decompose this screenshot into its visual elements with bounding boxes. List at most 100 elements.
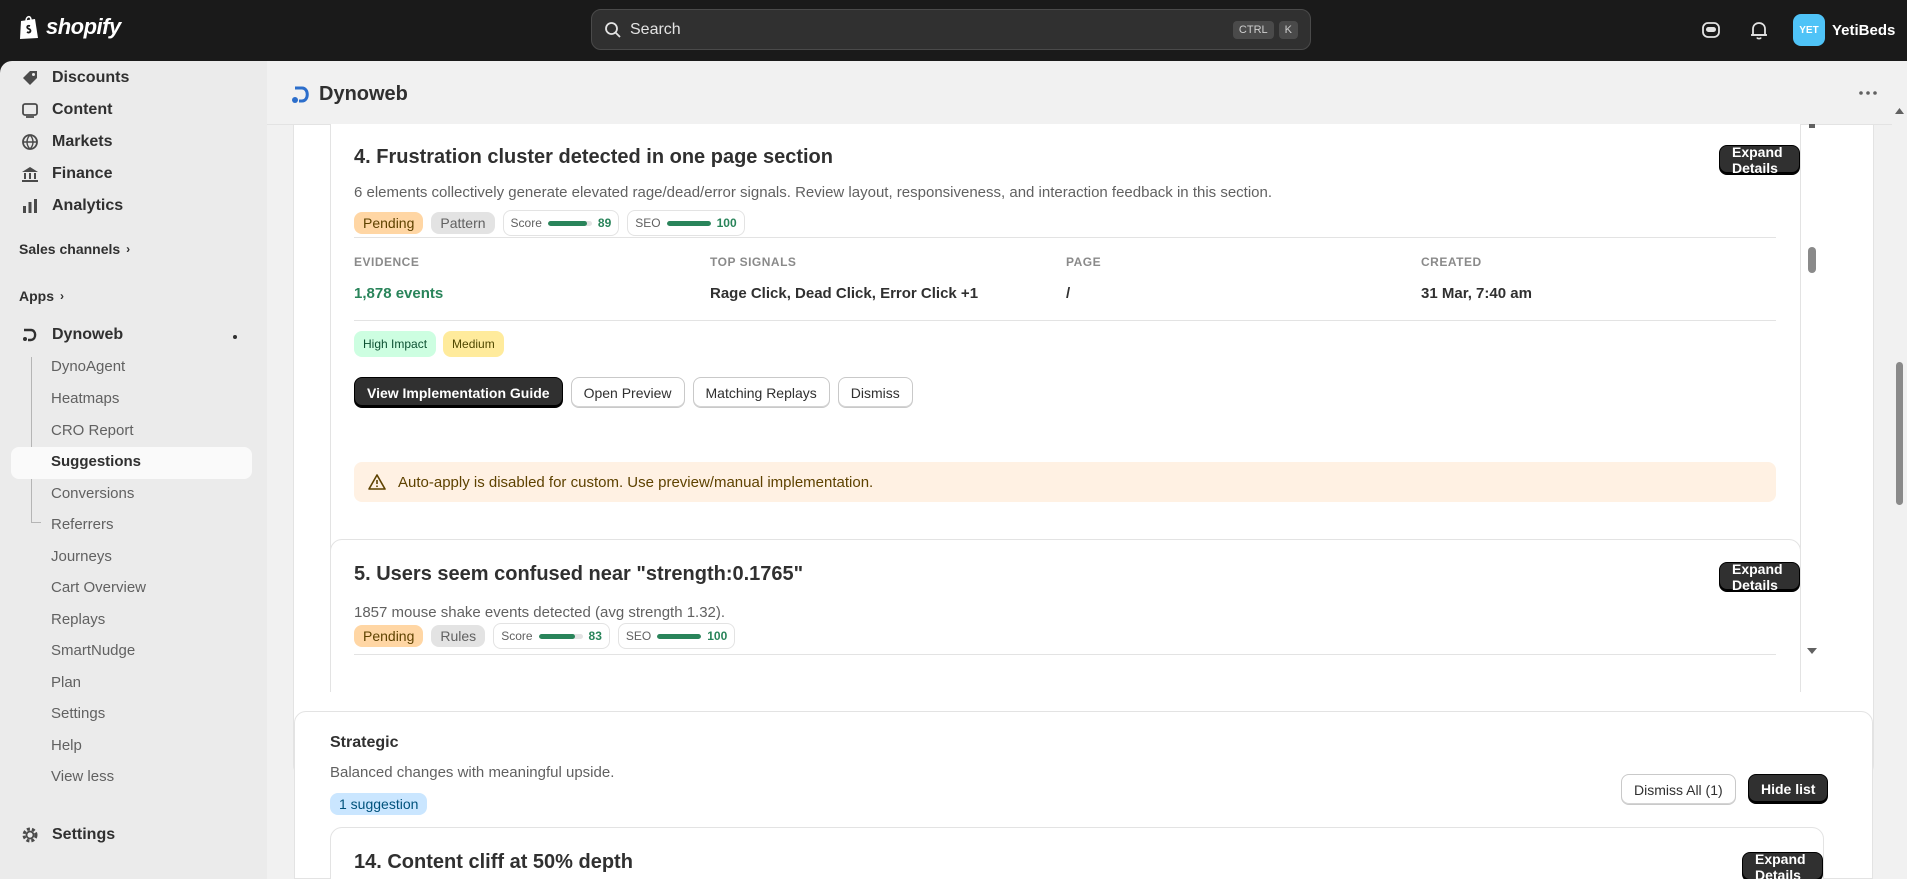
sub-nav-cro-report[interactable]: CRO Report <box>51 422 134 439</box>
strategic-heading: Strategic <box>330 734 399 751</box>
score-bar-fill <box>547 220 588 226</box>
page-value: / <box>1066 285 1071 302</box>
nav-markets[interactable]: Markets <box>20 132 112 152</box>
matching-replays-button[interactable]: Matching Replays <box>692 377 830 408</box>
dismiss-button[interactable]: Dismiss <box>837 377 913 408</box>
nav-discounts[interactable]: Discounts <box>20 68 129 88</box>
divider <box>354 237 1776 238</box>
suggestion-card: 14. Content cliff at 50% depth Expand De… <box>330 827 1824 879</box>
app-header: Dynoweb <box>267 61 1907 125</box>
sub-nav-conversions[interactable]: Conversions <box>51 485 134 502</box>
nav-label: Analytics <box>52 197 124 214</box>
pin-dot-icon[interactable] <box>233 335 237 339</box>
more-horizontal-icon[interactable] <box>1857 88 1879 98</box>
sub-nav-suggestions[interactable]: Suggestions <box>51 453 141 470</box>
page-label: PAGE <box>1066 255 1102 269</box>
score-bar <box>538 633 583 639</box>
nav-label: Markets <box>52 133 113 150</box>
sub-nav-help[interactable]: Help <box>51 737 82 754</box>
app-title-text: Dynoweb <box>319 83 408 105</box>
score-bar-fill <box>538 633 576 639</box>
suggestion-title: 5. Users seem confused near "strength:0.… <box>354 563 804 585</box>
score-label: Score <box>510 216 542 230</box>
globe-icon <box>22 134 38 150</box>
section-label: Sales channels <box>19 241 121 257</box>
tree-line <box>31 357 32 523</box>
tree-branch <box>31 522 41 523</box>
suggestion-tags: Pending Rules Score 83 SEO 100 <box>354 623 736 649</box>
nav-label: Settings <box>52 826 116 843</box>
sub-nav-heatmaps[interactable]: Heatmaps <box>51 390 119 407</box>
suggestion-title: 14. Content cliff at 50% depth <box>354 851 633 873</box>
apps-section[interactable]: Apps › <box>19 288 64 304</box>
seo-pill: SEO 100 <box>627 210 745 236</box>
chevron-right-icon: › <box>60 289 64 303</box>
strategic-description: Balanced changes with meaningful upside. <box>330 764 615 781</box>
notification-bell-icon[interactable] <box>1747 18 1771 42</box>
impact-tags: High Impact Medium <box>354 331 504 357</box>
effort-badge: Medium <box>443 331 504 357</box>
shopify-logo[interactable]: shopify <box>18 14 121 40</box>
brand-name: shopify <box>46 14 121 39</box>
hide-list-button[interactable]: Hide list <box>1748 774 1829 804</box>
suggestion-tags: Pending Pattern Score 89 SEO 100 <box>354 210 745 236</box>
signals-value: Rage Click, Dead Click, Error Click +1 <box>710 285 979 302</box>
page-scrollbar-thumb[interactable] <box>1896 362 1903 505</box>
open-preview-button[interactable]: Open Preview <box>570 377 685 408</box>
chevron-right-icon: › <box>126 242 131 256</box>
section-label: Apps <box>19 288 54 304</box>
user-menu[interactable]: YET YetiBeds <box>1793 14 1895 46</box>
dismiss-all-button[interactable]: Dismiss All (1) <box>1621 774 1736 805</box>
sub-nav-journeys[interactable]: Journeys <box>51 548 112 565</box>
nav-content[interactable]: Content <box>20 100 112 120</box>
seo-value: 100 <box>716 216 737 230</box>
dynoweb-logo-icon <box>292 86 309 103</box>
created-value: 31 Mar, 7:40 am <box>1421 285 1532 302</box>
evidence-label: EVIDENCE <box>354 255 420 269</box>
sub-nav-view-less[interactable]: View less <box>51 768 114 785</box>
nav-finance[interactable]: Finance <box>20 164 112 184</box>
discount-tag-icon <box>23 71 37 85</box>
sub-nav-smartnudge[interactable]: SmartNudge <box>51 642 135 659</box>
seo-bar-fill <box>666 220 711 226</box>
expand-details-button[interactable]: Expand Details <box>1742 851 1823 879</box>
nav-analytics[interactable]: Analytics <box>20 196 123 216</box>
sub-nav-plan[interactable]: Plan <box>51 674 81 691</box>
suggestion-title: 4. Frustration cluster detected in one p… <box>354 146 833 168</box>
search-bar[interactable]: Search CTRL K <box>591 9 1311 50</box>
nav-settings[interactable]: Settings <box>20 825 115 845</box>
score-value: 83 <box>588 629 602 643</box>
sub-nav-replays[interactable]: Replays <box>51 611 105 628</box>
expand-details-button[interactable]: Expand Details <box>1719 561 1800 593</box>
evidence-value: 1,878 events <box>354 285 444 302</box>
seo-value: 100 <box>707 629 728 643</box>
search-placeholder: Search <box>630 20 681 38</box>
divider <box>354 654 1776 655</box>
status-badge: Pending <box>354 625 424 647</box>
sales-channels-section[interactable]: Sales channels › <box>19 241 130 257</box>
nav-label: Content <box>52 101 113 118</box>
suggestion-card: 4. Frustration cluster detected in one p… <box>330 124 1801 586</box>
score-value: 89 <box>597 216 612 230</box>
sub-nav-settings[interactable]: Settings <box>51 705 105 722</box>
status-badge: Pending <box>354 212 424 234</box>
nav-dynoweb[interactable]: Dynoweb <box>20 325 123 345</box>
seo-pill: SEO 100 <box>617 623 736 649</box>
inner-scrollbar[interactable] <box>1805 124 1819 710</box>
shortcut-ctrl: CTRL <box>1232 20 1274 39</box>
view-implementation-guide-button[interactable]: View Implementation Guide <box>354 377 563 408</box>
nav-label: Finance <box>52 165 113 182</box>
warning-triangle-icon <box>368 474 386 490</box>
nav-label: Dynoweb <box>52 326 124 343</box>
sidekick-icon[interactable] <box>1699 18 1723 42</box>
sub-nav-cart-overview[interactable]: Cart Overview <box>51 579 146 596</box>
seo-label: SEO <box>625 629 652 643</box>
page-scrollbar[interactable] <box>1892 61 1907 879</box>
expand-details-button[interactable]: Expand Details <box>1719 144 1800 176</box>
sub-nav-dynoagent[interactable]: DynoAgent <box>51 358 125 375</box>
scroll-up-arrow-icon <box>1895 108 1904 114</box>
score-label: Score <box>501 629 533 643</box>
sub-nav-referrers[interactable]: Referrers <box>51 516 114 533</box>
seo-bar <box>666 220 711 226</box>
top-bar: shopify Search CTRL K YET YetiBeds <box>0 0 1907 61</box>
